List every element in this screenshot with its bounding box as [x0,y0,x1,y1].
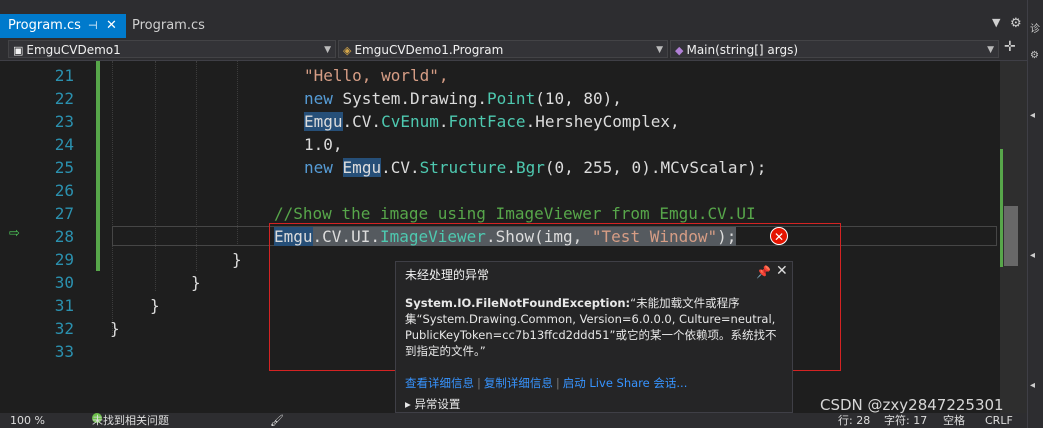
class-icon: ◈ [343,44,352,57]
line-number: 23 [54,112,74,131]
pin-icon[interactable]: 📌 [756,265,771,279]
document-tab-strip: Program.cs ⊣ ✕ Program.cs ▼ ⚙ [0,14,1027,40]
panel-arrow-icon[interactable]: ◂ [1030,110,1035,121]
split-editor-icon[interactable]: ✛ [1004,39,1016,55]
zoom-level[interactable]: 100 % [10,413,45,428]
line-number: 30 [54,273,74,292]
live-share-link[interactable]: 启动 Live Share 会话... [563,376,688,390]
line-number: 32 [54,319,74,338]
navigation-bar: ▣ EmguCVDemo1 ▼ ◈ EmguCVDemo1.Program ▼ ◆ M… [0,38,1027,61]
tab-program-cs[interactable]: Program.cs [124,14,213,38]
line-number: 22 [54,89,74,108]
chevron-down-icon: ▼ [324,45,331,55]
tab-label: Program.cs [132,18,205,33]
pin-icon[interactable]: ⊣ [88,14,98,38]
line-number: 27 [54,204,74,223]
line-number: 24 [54,135,74,154]
code-line-22: new System.Drawing.Point(10, 80), [304,89,622,108]
tab-label: Program.cs [8,18,81,33]
line-number: 31 [54,296,74,315]
exception-title: 未经处理的异常 [405,268,490,282]
settings-gear-icon[interactable]: ⚙ [1010,16,1022,31]
code-line-30: } [191,273,201,292]
change-marker [1000,149,1003,267]
code-line-29: } [232,250,242,269]
exception-links: 查看详细信息 | 复制详细信息 | 启动 Live Share 会话... [405,376,688,390]
code-line-32: } [110,319,120,338]
chevron-down-icon: ▼ [656,45,663,55]
line-number: 21 [54,66,74,85]
class-dropdown[interactable]: ◈ EmguCVDemo1.Program ▼ [338,40,668,58]
line-ending-indicator[interactable]: CRLF [985,413,1013,428]
current-statement-arrow-icon: ⇨ [9,226,20,241]
exception-popup: 未经处理的异常 📌 ✕ System.IO.FileNotFoundExcept… [395,261,793,413]
code-line-27: //Show the image using ImageViewer from … [274,204,756,223]
code-line-31: } [150,296,160,315]
tab-list-dropdown-icon[interactable]: ▼ [992,16,1000,29]
panel-tab-icon[interactable]: 诊 [1030,20,1040,35]
watermark: CSDN @zxy2847225301 [820,396,1004,414]
panel-gear-icon[interactable]: ⚙ [1030,50,1039,61]
title-strip [0,0,1043,14]
close-icon[interactable]: ✕ [106,14,117,38]
editor-status-bar: 100 % 未找到相关问题 🖌 行: 28 字符: 17 空格 CRLF [0,413,1027,428]
line-number: 33 [54,342,74,361]
chevron-down-icon: ▼ [987,45,994,55]
panel-arrow-icon[interactable]: ◂ [1030,250,1035,261]
change-tracking-bar [96,61,100,271]
char-indicator[interactable]: 字符: 17 [884,413,927,428]
code-line-24: 1.0, [304,135,343,154]
line-number: 28 [54,227,74,246]
code-line-21: "Hello, world", [304,66,449,85]
tab-program-cs-active[interactable]: Program.cs ⊣ ✕ [0,14,126,38]
scrollbar-thumb[interactable] [1004,206,1018,266]
copy-details-link[interactable]: 复制详细信息 [484,376,553,390]
code-line-23: Emgu.CV.CvEnum.FontFace.HersheyComplex, [304,112,680,131]
vertical-scrollbar[interactable] [1000,61,1027,413]
exception-settings-toggle[interactable]: ▸ 异常设置 [405,396,460,412]
member-dropdown[interactable]: ◆ Main(string[] args) ▼ [670,40,999,58]
line-number: 26 [54,181,74,200]
line-indicator[interactable]: 行: 28 [838,413,870,428]
line-number: 25 [54,158,74,177]
indent-guide [112,61,113,335]
line-number: 29 [54,250,74,269]
method-icon: ◆ [675,44,684,57]
view-details-link[interactable]: 查看详细信息 [405,376,474,390]
right-tool-panel: 诊 ⚙ ◂ ◂ ◂ [1027,0,1043,428]
indent-guide [155,61,156,291]
code-line-25: new Emgu.CV.Structure.Bgr(0, 255, 0).MCv… [304,158,767,177]
exception-message: System.IO.FileNotFoundException:“未能加载文件或… [405,296,777,358]
brush-icon[interactable]: 🖌 [270,413,284,428]
close-icon[interactable]: ✕ [776,263,788,279]
csharp-project-icon: ▣ [13,44,24,57]
project-dropdown[interactable]: ▣ EmguCVDemo1 ▼ [8,40,336,58]
panel-arrow-icon[interactable]: ◂ [1030,380,1035,391]
whitespace-indicator[interactable]: 空格 [943,413,965,428]
indent-guide [237,61,238,246]
